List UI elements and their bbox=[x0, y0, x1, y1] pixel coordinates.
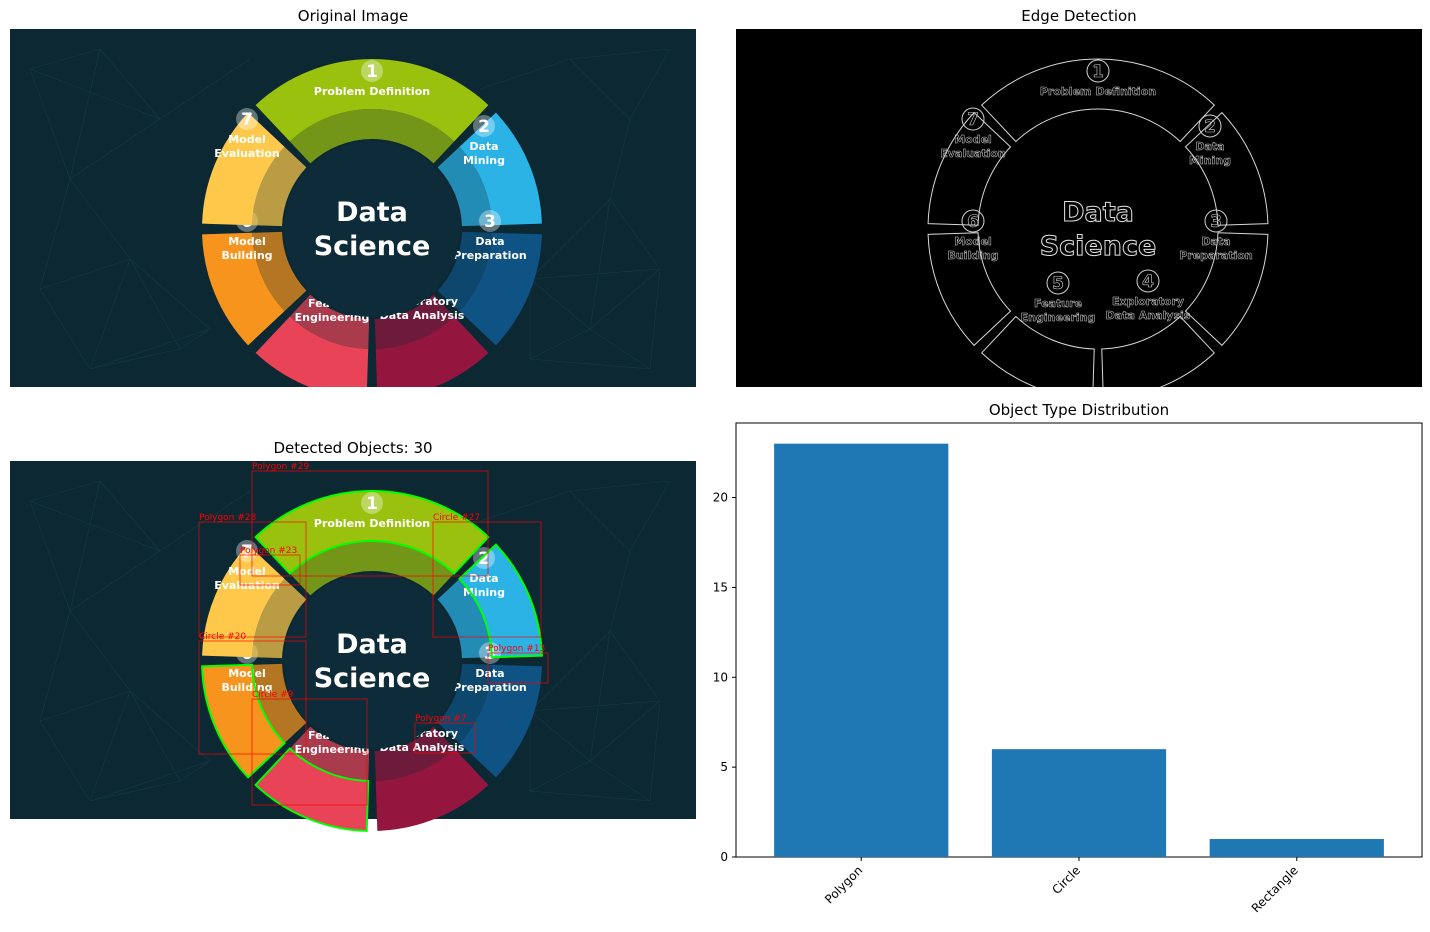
svg-text:Data: Data bbox=[469, 572, 498, 585]
object-type-bar-chart: 0 5 10 15 20 Polygon Circle Rectangle bbox=[713, 422, 1423, 915]
svg-text:Building: Building bbox=[221, 249, 272, 262]
svg-text:Evaluation: Evaluation bbox=[214, 579, 280, 592]
bar-rectangle bbox=[1209, 839, 1384, 857]
original-image: 1 Problem Definition 2 Data Mining 3 Data Prepa… bbox=[10, 29, 696, 387]
svg-text:3: 3 bbox=[1210, 212, 1222, 232]
svg-text:Mining: Mining bbox=[1189, 154, 1231, 167]
svg-text:Problem Definition: Problem Definition bbox=[314, 85, 430, 98]
svg-text:Data: Data bbox=[336, 197, 408, 228]
svg-text:Data: Data bbox=[475, 667, 504, 680]
svg-text:Science: Science bbox=[1040, 231, 1157, 262]
svg-text:7: 7 bbox=[967, 110, 979, 130]
svg-text:Preparation: Preparation bbox=[1179, 249, 1253, 262]
detected-objects-image: 1 Problem Definition 2 Data Mining 3 Data Prepa… bbox=[10, 461, 696, 832]
x-tick-label: Circle bbox=[1049, 863, 1083, 897]
detection-label: Circle #20 bbox=[199, 632, 246, 642]
svg-text:4: 4 bbox=[1142, 272, 1154, 292]
svg-text:Data: Data bbox=[1195, 140, 1224, 153]
svg-text:Problem Definition: Problem Definition bbox=[1040, 85, 1156, 98]
svg-text:Data: Data bbox=[336, 629, 408, 660]
edge-detection-image: 1 Problem Definition 2 Data Mining 3 Data Prepa… bbox=[736, 29, 1422, 387]
svg-text:Model: Model bbox=[954, 133, 992, 146]
svg-text:Model: Model bbox=[228, 235, 266, 248]
svg-text:Science: Science bbox=[314, 231, 431, 262]
svg-text:7: 7 bbox=[241, 110, 253, 130]
bar-circle bbox=[991, 749, 1167, 857]
x-tick-label: Rectangle bbox=[1249, 863, 1301, 915]
y-tick-label: 20 bbox=[713, 491, 728, 505]
svg-text:Evaluation: Evaluation bbox=[940, 147, 1006, 160]
y-tick-label: 10 bbox=[713, 670, 728, 684]
x-tick-label: Polygon bbox=[822, 863, 865, 906]
detection-label: Polygon #28 bbox=[199, 513, 256, 523]
svg-text:Problem Definition: Problem Definition bbox=[314, 517, 430, 530]
svg-text:Data: Data bbox=[1062, 197, 1134, 228]
svg-text:Evaluation: Evaluation bbox=[214, 147, 280, 160]
svg-text:Data: Data bbox=[1201, 235, 1230, 248]
y-tick-label: 15 bbox=[713, 580, 728, 594]
svg-text:6: 6 bbox=[967, 212, 979, 232]
svg-text:Feature: Feature bbox=[1034, 297, 1082, 310]
svg-text:Model: Model bbox=[228, 133, 266, 146]
svg-text:Mining: Mining bbox=[463, 586, 505, 599]
detection-label: Circle #27 bbox=[433, 513, 480, 523]
svg-text:Building: Building bbox=[947, 249, 998, 262]
detection-label: Polygon #13 bbox=[488, 644, 545, 654]
svg-text:3: 3 bbox=[484, 212, 496, 232]
detection-label: Polygon #7 bbox=[415, 714, 467, 724]
detection-label: Polygon #29 bbox=[252, 462, 309, 472]
svg-text:Model: Model bbox=[228, 667, 266, 680]
bar-polygon bbox=[774, 443, 949, 857]
svg-text:2: 2 bbox=[478, 117, 490, 137]
svg-text:Preparation: Preparation bbox=[453, 249, 527, 262]
svg-text:Data: Data bbox=[469, 140, 498, 153]
y-tick-label: 5 bbox=[720, 760, 728, 774]
svg-text:Science: Science bbox=[314, 663, 431, 694]
detection-label: Circle #9 bbox=[252, 690, 294, 700]
detected-objects-title: Detected Objects: 30 bbox=[273, 439, 433, 457]
svg-text:Engineering: Engineering bbox=[1021, 311, 1096, 324]
y-tick-label: 0 bbox=[720, 850, 728, 864]
svg-text:Exploratory: Exploratory bbox=[1112, 295, 1184, 308]
svg-text:Data: Data bbox=[475, 235, 504, 248]
svg-text:2: 2 bbox=[1204, 117, 1216, 137]
svg-text:1: 1 bbox=[366, 62, 378, 82]
edge-detection-title: Edge Detection bbox=[1021, 7, 1137, 25]
svg-text:Data Analysis: Data Analysis bbox=[1106, 309, 1191, 322]
original-image-title: Original Image bbox=[297, 7, 409, 25]
svg-text:1: 1 bbox=[1092, 62, 1104, 82]
svg-text:1: 1 bbox=[366, 494, 378, 514]
detection-label: Polygon #23 bbox=[240, 546, 297, 556]
svg-text:Mining: Mining bbox=[463, 154, 505, 167]
svg-text:Model: Model bbox=[954, 235, 992, 248]
svg-text:5: 5 bbox=[1052, 274, 1064, 294]
